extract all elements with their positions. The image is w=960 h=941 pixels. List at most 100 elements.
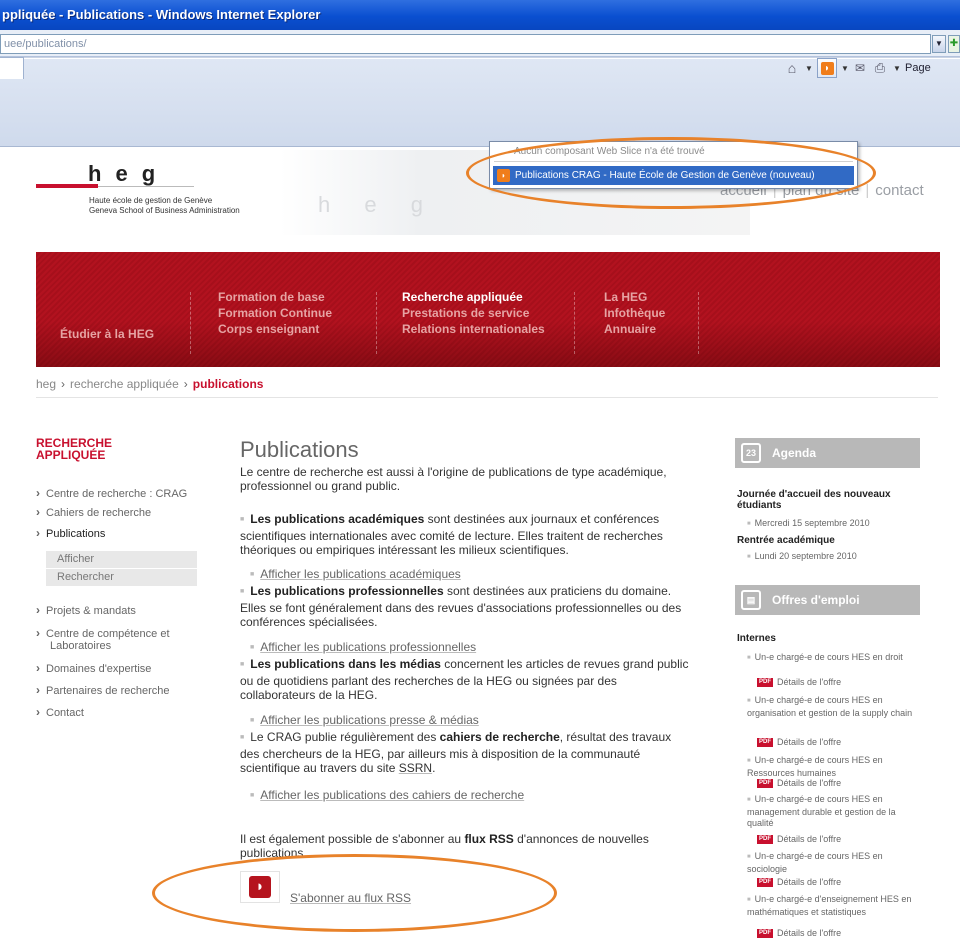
sidebar-item-projets[interactable]: Projets & mandats: [36, 604, 136, 618]
sidebar-item-contact[interactable]: Contact: [36, 706, 84, 720]
calendar-icon: 23: [741, 443, 761, 463]
link-ssrn[interactable]: SSRN: [399, 761, 432, 775]
page-title: Publications: [240, 437, 359, 462]
rss-subscribe-icon-box[interactable]: ◗: [240, 871, 280, 903]
breadcrumb-current: publications: [192, 377, 264, 391]
nav-la-heg[interactable]: La HEG: [604, 289, 665, 305]
agenda-title: Agenda: [772, 446, 817, 460]
window-titlebar: ppliquée - Publications - Windows Intern…: [0, 0, 960, 30]
feeds-dropdown-menu: Aucun composant Web Slice n'a été trouvé…: [489, 141, 858, 189]
print-dropdown-icon[interactable]: ▼: [893, 59, 901, 77]
link-publications-academiques[interactable]: Afficher les publications académiques: [250, 567, 461, 581]
sidebar-item-cahiers[interactable]: Cahiers de recherche: [36, 506, 151, 520]
breadcrumb-divider: [36, 397, 938, 398]
command-bar: ⌂ ▼ ◗ ▼ ✉ ⎙ ▼ Page: [783, 57, 960, 79]
sidebar-title: RECHERCHE APPLIQUÉE: [36, 437, 112, 461]
agenda-event-title[interactable]: Journée d'accueil des nouveaux étudiants: [737, 489, 917, 511]
print-icon[interactable]: ⎙: [871, 59, 889, 77]
job-details-link[interactable]: PDF Détails de l'offre: [757, 928, 841, 939]
nav-divider: [698, 292, 699, 354]
nav-formation-continue[interactable]: Formation Continue: [218, 305, 332, 321]
link-cahiers-recherche[interactable]: Afficher les publications des cahiers de…: [250, 788, 524, 802]
rss-icon: ◗: [820, 61, 834, 75]
rss-bold: flux RSS: [464, 832, 514, 846]
home-icon[interactable]: ⌂: [783, 59, 801, 77]
pro-paragraph: Les publications professionnelles sont d…: [240, 584, 690, 629]
nav-divider: [376, 292, 377, 354]
breadcrumb: heg › recherche appliquée › publications: [36, 377, 264, 391]
sidebar-item-partenaires[interactable]: Partenaires de recherche: [36, 684, 170, 698]
breadcrumb-recherche[interactable]: recherche appliquée: [70, 377, 179, 391]
link-publications-presse[interactable]: Afficher les publications presse & média…: [250, 713, 479, 727]
crag-text: Le CRAG publie régulièrement des: [250, 730, 440, 744]
sidebar-item-centre-competence[interactable]: Centre de compétence et: [36, 627, 170, 641]
job-details-link[interactable]: PDF Détails de l'offre: [757, 677, 841, 688]
heg-logo[interactable]: heg: [88, 161, 169, 187]
sidebar-subitem-afficher[interactable]: Afficher: [46, 551, 197, 568]
nav-infotheque[interactable]: Infothèque: [604, 305, 665, 321]
pdf-icon: PDF: [757, 878, 773, 888]
logo-letter: g: [141, 161, 156, 186]
address-field[interactable]: uee/publications/: [0, 34, 931, 54]
feeds-button[interactable]: ◗: [817, 58, 837, 78]
agenda-header: 23 Agenda: [735, 438, 920, 468]
job-details-label: Détails de l'offre: [777, 737, 842, 747]
nav-annuaire[interactable]: Annuaire: [604, 321, 665, 337]
job-details-label: Détails de l'offre: [777, 928, 842, 938]
agenda-event-date: Mercredi 15 septembre 2010: [747, 518, 917, 531]
nav-divider: [190, 292, 191, 354]
job-details-label: Détails de l'offre: [777, 877, 842, 887]
browser-tab[interactable]: [0, 57, 24, 79]
job-details-link[interactable]: PDF Détails de l'offre: [757, 778, 841, 789]
sidebar-title-line: APPLIQUÉE: [36, 448, 106, 462]
nav-etudier[interactable]: Étudier à la HEG: [60, 326, 154, 342]
job-details-link[interactable]: PDF Détails de l'offre: [757, 737, 841, 748]
nav-corps-enseignant[interactable]: Corps enseignant: [218, 321, 332, 337]
logo-red-bar: [36, 184, 98, 188]
logo-letter: e: [115, 161, 128, 186]
sidebar-item-laboratoires[interactable]: Laboratoires: [50, 640, 111, 653]
address-dropdown-button[interactable]: ▼: [932, 35, 946, 53]
nav-col-2: Formation de base Formation Continue Cor…: [218, 289, 332, 337]
page-menu[interactable]: Page: [905, 59, 931, 77]
pdf-icon: PDF: [757, 835, 773, 845]
feed-menu-item[interactable]: ◗ Publications CRAG - Haute École de Gest…: [493, 166, 854, 185]
pdf-icon: PDF: [757, 779, 773, 789]
sidebar-item-publications[interactable]: Publications: [36, 527, 105, 541]
crag-text: .: [432, 761, 436, 775]
job-details-label: Détails de l'offre: [777, 778, 842, 788]
academic-bold: Les publications académiques: [250, 512, 425, 526]
intro-paragraph: Le centre de recherche est aussi à l'ori…: [240, 465, 667, 493]
pdf-icon: PDF: [757, 929, 773, 939]
link-publications-professionnelles[interactable]: Afficher les publications professionnell…: [250, 640, 476, 654]
nav-divider: [574, 292, 575, 354]
nav-recherche-appliquee[interactable]: Recherche appliquée: [402, 289, 545, 305]
media-bold: Les publications dans les médias: [250, 657, 441, 671]
job-details-link[interactable]: PDF Détails de l'offre: [757, 877, 841, 888]
rss-subscribe-link[interactable]: S'abonner au flux RSS: [290, 891, 411, 905]
sidebar-item-centre-recherche[interactable]: Centre de recherche : CRAG: [36, 487, 187, 501]
logo-letter: h: [88, 161, 102, 186]
job-details-link[interactable]: PDF Détails de l'offre: [757, 834, 841, 845]
go-icon[interactable]: ✚: [948, 35, 960, 53]
link-contact[interactable]: contact: [875, 182, 923, 199]
school-name-en: Geneva School of Business Administration: [89, 206, 240, 215]
home-dropdown-icon[interactable]: ▼: [805, 59, 813, 77]
job-details-label: Détails de l'offre: [777, 834, 842, 844]
nav-formation-base[interactable]: Formation de base: [218, 289, 332, 305]
jobs-title: Offres d'emploi: [772, 593, 860, 607]
mail-icon[interactable]: ✉: [853, 59, 867, 77]
job-details-label: Détails de l'offre: [777, 677, 842, 687]
nav-prestations[interactable]: Prestations de service: [402, 305, 545, 321]
job-item: Un-e chargé-e de cours HES en management…: [747, 794, 915, 829]
nav-relations-internationales[interactable]: Relations internationales: [402, 321, 545, 337]
sidebar-subitem-rechercher[interactable]: Rechercher: [46, 569, 197, 586]
breadcrumb-heg[interactable]: heg: [36, 377, 56, 391]
sidebar-item-domaines[interactable]: Domaines d'expertise: [36, 662, 151, 676]
job-item: Un-e chargé-e de cours HES en sociologie: [747, 851, 915, 875]
job-item: Un-e chargé-e de cours HES en Ressources…: [747, 755, 915, 779]
agenda-event-title[interactable]: Rentrée académique: [737, 535, 917, 546]
feeds-dropdown-icon[interactable]: ▼: [841, 59, 849, 77]
job-item: Un-e chargé-e d'enseignement HES en math…: [747, 894, 915, 918]
rss-text: Il est également possible de s'abonner a…: [240, 832, 465, 846]
